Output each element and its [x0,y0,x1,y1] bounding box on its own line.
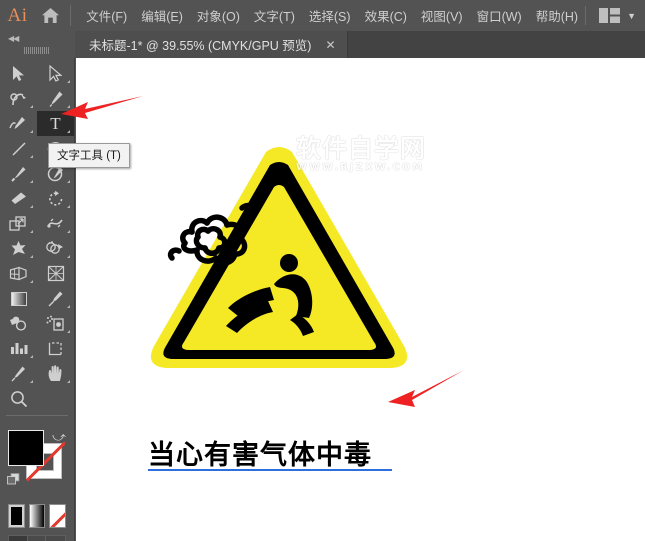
tool-group-indicator [67,380,70,383]
direct-selection-tool[interactable] [37,61,74,86]
draw-mode-row [8,535,66,541]
perspective-grid-tool[interactable] [0,261,37,286]
menu-window[interactable]: 窗口(W) [470,2,529,29]
menu-file[interactable]: 文件(F) [79,2,134,29]
menubar-right-group: ▼ [585,6,645,25]
tool-group-indicator [67,330,70,333]
type-tool-label: T [50,113,61,133]
toolbar-divider [6,415,68,416]
document-tab-bar: ◀◀ 未标题-1* @ 39.55% (CMYK/GPU 预览) ✕ [0,31,645,58]
rotate-tool[interactable] [37,186,74,211]
tool-group-indicator [67,105,70,108]
draw-normal-button[interactable] [9,536,28,541]
tool-group-indicator [67,130,70,133]
menu-items: 文件(F) 编辑(E) 对象(O) 文字(T) 选择(S) 效果(C) 视图(V… [79,2,585,29]
tool-group-indicator [30,180,33,183]
tools-grid: T [0,58,74,420]
menubar-right-divider [585,6,587,25]
none-mode-button[interactable] [49,504,67,528]
menu-select[interactable]: 选择(S) [302,2,358,29]
tool-tooltip: 文字工具 (T) [48,143,130,168]
zoom-tool[interactable] [0,386,37,411]
collapse-panel-icon[interactable]: ◀◀ [8,34,19,43]
document-tab[interactable]: 未标题-1* @ 39.55% (CMYK/GPU 预览) ✕ [75,31,348,58]
tool-group-indicator [67,255,70,258]
tool-group-indicator [67,230,70,233]
draw-inside-button[interactable] [46,536,65,541]
symbol-sprayer-tool[interactable] [37,311,74,336]
mesh-tool[interactable] [37,261,74,286]
eyedropper-tool[interactable] [37,286,74,311]
tool-group-indicator [30,205,33,208]
menu-object[interactable]: 对象(O) [190,2,247,29]
artboard-tool[interactable] [37,336,74,361]
paintbrush-tool[interactable] [0,161,37,186]
document-tab-title: 未标题-1* @ 39.55% (CMYK/GPU 预览) [89,39,312,53]
tools-empty-slot [37,386,74,411]
text-selection-baseline [148,469,392,471]
panel-collapse-zone: ◀◀ [0,31,75,58]
app-logo: Ai [7,4,28,26]
tool-group-indicator [30,355,33,358]
tool-group-indicator [67,305,70,308]
scale-tool[interactable] [0,211,37,236]
tool-group-indicator [30,230,33,233]
column-graph-tool[interactable] [0,336,37,361]
tools-panel: T ⤻ [0,58,75,541]
free-transform-tool[interactable] [0,236,37,261]
menu-edit[interactable]: 编辑(E) [134,2,190,29]
default-colors-icon[interactable] [7,472,20,485]
warning-sign-svg [150,147,408,368]
artboard-text-object[interactable]: 当心有害气体中毒 [148,433,372,472]
workspace-switcher-icon[interactable] [599,8,621,23]
color-controls: ⤻ [0,426,75,502]
width-tool[interactable] [37,211,74,236]
menubar-divider [70,5,72,26]
gradient-mode-button[interactable] [28,504,46,528]
gradient-tool[interactable] [0,286,37,311]
menu-type[interactable]: 文字(T) [247,2,302,29]
menu-view[interactable]: 视图(V) [414,2,470,29]
fill-color-swatch[interactable] [8,430,44,466]
illustrator-window: Ai 文件(F) 编辑(E) 对象(O) 文字(T) 选择(S) 效果(C) 视… [0,0,645,541]
shape-builder-tool[interactable] [37,236,74,261]
tool-group-indicator [30,280,33,283]
swap-fill-stroke-icon[interactable]: ⤻ [52,429,66,445]
tool-group-indicator [67,180,70,183]
hand-tool[interactable] [37,361,74,386]
warning-sign-artwork[interactable] [146,138,416,398]
close-icon[interactable]: ✕ [325,38,335,52]
tool-group-indicator [30,380,33,383]
paint-mode-row [0,504,74,528]
add-anchor-point-tool[interactable] [0,111,37,136]
curvature-tool[interactable] [0,86,37,111]
tool-group-indicator [30,130,33,133]
tool-group-indicator [67,80,70,83]
eraser-tool[interactable] [0,186,37,211]
tool-group-indicator [30,105,33,108]
tool-group-indicator [67,205,70,208]
menu-help[interactable]: 帮助(H) [529,2,585,29]
home-icon[interactable] [35,0,66,31]
blend-tool[interactable] [0,311,37,336]
line-segment-tool[interactable] [0,136,37,161]
menu-effect[interactable]: 效果(C) [358,2,414,29]
menu-bar: Ai 文件(F) 编辑(E) 对象(O) 文字(T) 选择(S) 效果(C) 视… [0,0,645,31]
selection-tool[interactable] [0,61,37,86]
draw-behind-button[interactable] [28,536,47,541]
slice-tool[interactable] [0,361,37,386]
toolbar-drag-handle[interactable] [24,47,50,54]
tool-group-indicator [30,155,33,158]
canvas-area[interactable]: 当心有害气体中毒 软件自学网 WWW.RJZXW.COM [76,58,645,541]
color-mode-button[interactable] [8,504,25,528]
pen-tool[interactable] [37,86,74,111]
type-tool[interactable]: T [37,111,74,136]
tool-group-indicator [30,255,33,258]
chevron-down-icon[interactable]: ▼ [627,11,636,21]
